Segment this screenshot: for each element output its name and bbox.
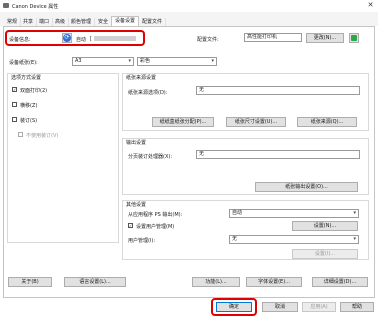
chevron-down-icon: ▾: [211, 58, 214, 64]
language-settings-button[interactable]: 语言设置(L)...: [64, 277, 126, 287]
paper-size-value: A3: [75, 58, 82, 64]
change-button[interactable]: 更改(N)...: [306, 33, 344, 43]
other-title: 其他设置: [126, 202, 147, 208]
tab-security[interactable]: 安全: [95, 18, 113, 26]
output-settings-button[interactable]: 纸张输出设置(O)...: [255, 182, 358, 192]
duplex-label: 双面打印(2): [20, 88, 48, 94]
staple-checkbox[interactable]: [12, 117, 17, 122]
duplex-checkbox[interactable]: ✓: [12, 87, 17, 92]
config-field[interactable]: 高性能打印机: [244, 33, 302, 42]
apply-button: 应用(A): [302, 302, 336, 312]
tab-color[interactable]: 颜色管理: [68, 18, 96, 26]
ps-output-label: 从应用程序 PS 输出(M):: [128, 212, 183, 218]
hole-punch-label: 横移(Z): [20, 103, 38, 109]
font-settings-button[interactable]: 字体设置(E)...: [246, 277, 302, 287]
saddle-label: 不使用装订(V): [26, 133, 59, 139]
detail-settings-button[interactable]: 详细设置(D)...: [312, 277, 368, 287]
paper-label: 设备纸张(E):: [9, 60, 38, 66]
user-auth-label: 用户管理(I):: [128, 238, 156, 244]
green-info-icon: [351, 35, 357, 41]
paper-source-field[interactable]: 无: [196, 86, 360, 95]
user-mgmt-label: 设置用户管理(M): [136, 224, 175, 230]
hole-punch-checkbox[interactable]: [12, 102, 17, 107]
device-info-highlight: [5, 30, 145, 46]
config-label: 配置文件:: [197, 37, 219, 43]
ps-output-select[interactable]: 自动 ▾: [229, 209, 359, 218]
user-mgmt-checkbox[interactable]: ✓: [128, 223, 133, 228]
options-group: [7, 73, 119, 243]
cancel-button[interactable]: 取消: [262, 302, 298, 312]
title-bar: Canon Device 属性 ✕: [0, 0, 378, 12]
finisher-field[interactable]: 无: [196, 150, 360, 159]
user-auth-value: 无: [232, 236, 238, 242]
tray-assign-button[interactable]: 纸纸盒纸张分配(P)...: [152, 117, 214, 127]
paper-source-button[interactable]: 纸张来源(Q)...: [297, 117, 357, 127]
staple-label: 装订(S): [20, 118, 38, 124]
paper-color-select[interactable]: 彩色 ▾: [137, 57, 217, 66]
paper-size-button[interactable]: 纸张尺寸设置(U)...: [226, 117, 286, 127]
options-title: 选项方式设置: [11, 75, 42, 81]
auth-settings-button: 设置(I)...: [292, 249, 358, 259]
paper-color-value: 彩色: [140, 58, 151, 64]
window-title: Canon Device 属性: [12, 4, 59, 10]
ps-output-value: 自动: [232, 210, 243, 216]
tab-sharing[interactable]: 共享: [20, 18, 38, 26]
printer-icon: [3, 3, 9, 8]
tab-ports[interactable]: 端口: [36, 18, 54, 26]
user-mgmt-settings-button[interactable]: 设置(N)...: [292, 221, 358, 231]
paper-size-select[interactable]: A3 ▾: [72, 57, 134, 66]
features-button[interactable]: 功能(L)...: [192, 277, 240, 287]
chevron-down-icon: ▾: [128, 58, 131, 64]
chevron-down-icon: ▾: [353, 236, 356, 242]
tab-device-settings[interactable]: 设备设置: [111, 16, 140, 26]
help-button[interactable]: 帮助: [340, 302, 374, 312]
saddle-checkbox: [18, 132, 23, 137]
ok-button-highlight: [211, 298, 257, 316]
tab-general[interactable]: 常规: [4, 18, 22, 26]
close-icon[interactable]: ✕: [366, 1, 375, 10]
chevron-down-icon: ▾: [353, 210, 356, 216]
about-button[interactable]: 关于(B): [8, 277, 52, 287]
tab-profile[interactable]: 配置文件: [139, 18, 167, 26]
paper-source-label: 纸张来源选项(D):: [128, 90, 168, 96]
tab-advanced[interactable]: 高级: [52, 18, 70, 26]
user-auth-select[interactable]: 无 ▾: [229, 235, 359, 244]
output-title: 输出设置: [126, 140, 147, 146]
finisher-label: 分页装订处理器(X):: [128, 154, 173, 160]
paper-source-title: 纸张来源设置: [126, 75, 157, 81]
